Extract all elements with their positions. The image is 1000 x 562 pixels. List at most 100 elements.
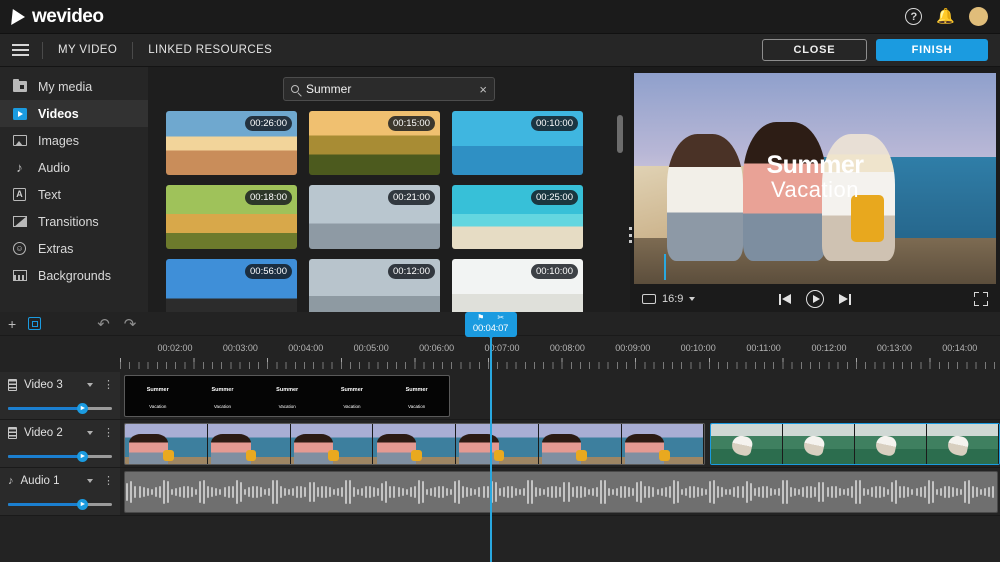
track-lane[interactable]: SummerVacationSummerVacationSummerVacati…	[120, 372, 1000, 419]
media-duration-badge: 00:10:00	[531, 264, 578, 279]
track-header: Video 2⋮ ►	[0, 420, 120, 467]
audio-clip[interactable]	[124, 471, 998, 513]
sidebar-item-audio[interactable]: ♪ Audio	[0, 154, 148, 181]
undo-icon[interactable]: ↶	[97, 315, 110, 333]
clip-frame	[783, 424, 855, 464]
track-lane[interactable]	[120, 468, 1000, 515]
sidebar-item-text[interactable]: A Text	[0, 181, 148, 208]
redo-icon[interactable]: ↷	[124, 315, 137, 333]
hamburger-icon[interactable]	[12, 44, 29, 55]
track-header: Video 3⋮►	[0, 372, 120, 419]
sidebar-item-images[interactable]: Images	[0, 127, 148, 154]
chevron-down-icon[interactable]	[87, 383, 93, 387]
media-thumbnail[interactable]: 00:18:00	[166, 185, 297, 249]
track-menu-icon[interactable]: ⋮	[100, 476, 114, 487]
ruler-label: 00:12:00	[811, 343, 846, 353]
track-header-top: Video 2⋮	[0, 420, 120, 446]
avatar[interactable]	[969, 7, 988, 26]
aspect-ratio-value: 16:9	[662, 293, 683, 305]
sidebar-item-label: My media	[38, 80, 92, 94]
playhead[interactable]: ⚑ ✂ 00:04:07	[490, 336, 492, 562]
volume-knob[interactable]: ►	[77, 403, 88, 414]
media-thumbnail[interactable]: 00:25:00	[452, 185, 583, 249]
clip-frame	[711, 424, 783, 464]
scissors-icon[interactable]: ✂	[497, 314, 504, 322]
logo-bar: wevideo ? 🔔	[0, 0, 1000, 34]
media-thumbnail[interactable]: 00:21:00	[309, 185, 440, 249]
brand-logo[interactable]: wevideo	[12, 6, 103, 28]
track-volume-slider[interactable]: ►	[8, 451, 112, 461]
track-volume-slider[interactable]: ►	[8, 499, 112, 509]
playhead-pointer	[486, 334, 496, 339]
media-thumbnail[interactable]: 00:26:00	[166, 111, 297, 175]
ruler-label: 00:11:00	[746, 343, 780, 353]
image-icon	[12, 134, 27, 148]
search-input[interactable]: Summer ×	[283, 77, 495, 101]
media-scrollbar[interactable]	[617, 115, 623, 153]
aspect-ratio-selector[interactable]: 16:9	[642, 293, 695, 305]
timeline-ruler[interactable]: 00:02:0000:03:0000:04:0000:05:0000:06:00…	[120, 336, 1000, 372]
sidebar-item-videos[interactable]: Videos	[0, 100, 148, 127]
smiley-icon: ☺	[12, 242, 27, 256]
history-controls: ↶ ↷	[97, 315, 136, 333]
media-duration-badge: 00:26:00	[245, 116, 292, 131]
sidebar-item-extras[interactable]: ☺ Extras	[0, 235, 148, 262]
media-duration-badge: 00:10:00	[531, 116, 578, 131]
divider	[42, 42, 43, 59]
sidebar-item-my-media[interactable]: My media	[0, 73, 148, 100]
ruler-label: 00:08:00	[550, 343, 585, 353]
music-note-icon: ♪	[12, 161, 27, 175]
media-grid: 00:26:00 00:15:00 00:10:00 00:18:0000:21:00…	[148, 111, 630, 323]
header-buttons: CLOSE FINISH	[762, 39, 988, 61]
chevron-down-icon[interactable]	[87, 431, 93, 435]
ruler-label: 00:03:00	[223, 343, 258, 353]
marker-icon[interactable]: ⚑	[477, 314, 484, 322]
play-icon[interactable]	[806, 290, 824, 308]
preview-stage[interactable]: Summer Vacation	[634, 73, 996, 284]
fullscreen-icon[interactable]	[974, 292, 988, 306]
chevron-down-icon[interactable]	[87, 479, 93, 483]
sidebar-item-backgrounds[interactable]: Backgrounds	[0, 262, 148, 289]
video-clip-selected[interactable]	[710, 423, 1000, 465]
layers-icon[interactable]	[28, 317, 41, 330]
finish-button[interactable]: FINISH	[876, 39, 988, 61]
playhead-time: 00:04:07	[465, 323, 517, 334]
video-clip[interactable]	[124, 423, 705, 465]
help-icon[interactable]: ?	[905, 8, 922, 25]
menu-item-linked-resources[interactable]: LINKED RESOURCES	[146, 41, 274, 59]
sidebar-item-transitions[interactable]: Transitions	[0, 208, 148, 235]
track-volume-slider[interactable]: ►	[8, 403, 112, 413]
music-note-icon: ♪	[8, 476, 14, 487]
timeline: + ↶ ↷ 00:02:0000:03:0000:04:0000:05:0000…	[0, 312, 1000, 562]
skip-previous-icon[interactable]	[779, 293, 792, 306]
sidebar-item-label: Extras	[38, 242, 73, 256]
bell-icon[interactable]: 🔔	[936, 9, 955, 24]
media-thumbnail[interactable]: 00:15:00	[309, 111, 440, 175]
ruler-label: 00:13:00	[877, 343, 912, 353]
clear-search-icon[interactable]: ×	[479, 83, 487, 96]
sidebar-item-label: Images	[38, 134, 79, 148]
skip-next-icon[interactable]	[838, 293, 851, 306]
ruler-label: 00:02:00	[157, 343, 192, 353]
clip-frame	[927, 424, 999, 464]
track-menu-icon[interactable]: ⋮	[100, 428, 114, 439]
title-clip-thumb: SummerVacation	[320, 379, 385, 413]
add-track-button[interactable]: +	[8, 317, 16, 331]
ruler-label: 00:14:00	[942, 343, 977, 353]
track-header-top: ♪Audio 1⋮	[0, 468, 120, 494]
track-menu-icon[interactable]: ⋮	[100, 380, 114, 391]
volume-knob[interactable]: ►	[77, 451, 88, 462]
timeline-tracks: Video 3⋮►SummerVacationSummerVacationSum…	[0, 372, 1000, 562]
timeline-track: ♪Audio 1⋮ ►	[0, 468, 1000, 516]
menu-item-my-video[interactable]: MY VIDEO	[56, 41, 119, 59]
title-clip[interactable]: SummerVacationSummerVacationSummerVacati…	[124, 375, 450, 417]
text-icon: A	[12, 188, 27, 202]
playhead-badge[interactable]: ⚑ ✂ 00:04:07	[465, 312, 517, 337]
sidebar-item-label: Text	[38, 188, 61, 202]
track-lane[interactable]	[120, 420, 1000, 467]
timeline-track: Video 3⋮►SummerVacationSummerVacationSum…	[0, 372, 1000, 420]
panel-resize-handle[interactable]	[627, 227, 634, 243]
volume-knob[interactable]: ►	[77, 499, 88, 510]
close-button[interactable]: CLOSE	[762, 39, 867, 61]
media-thumbnail[interactable]: 00:10:00	[452, 111, 583, 175]
